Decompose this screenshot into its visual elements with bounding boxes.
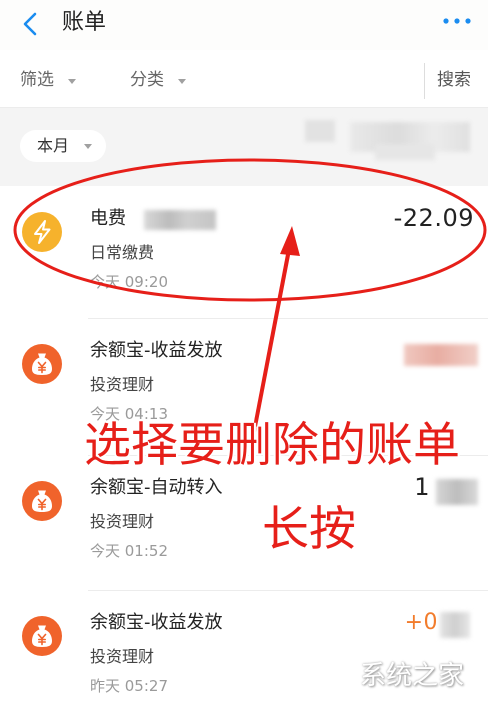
- page-title: 账单: [62, 10, 107, 35]
- bill-time: 昨天 05:27: [90, 677, 168, 695]
- more-dots-icon: [443, 18, 471, 24]
- watermark-text: 系统之家: [360, 661, 465, 691]
- chevron-left-icon: [23, 12, 37, 36]
- annotation-long-press: 长按: [262, 502, 356, 557]
- bill-amount: 1: [414, 472, 430, 502]
- back-button[interactable]: [20, 9, 42, 39]
- bill-category: 投资理财: [90, 647, 155, 666]
- amount-text: -22.09: [393, 204, 474, 232]
- bill-category: 日常缴费: [90, 243, 155, 262]
- amount-text: +0: [404, 609, 438, 635]
- amount-text: 1: [414, 473, 430, 501]
- filter-bar: 筛选 分类 搜索: [0, 54, 488, 108]
- bill-row[interactable]: 余额宝-自动转入 投资理财 今天 01:52 1: [0, 455, 488, 590]
- filter-dropdown[interactable]: 筛选: [14, 54, 84, 107]
- bill-time: 今天 09:20: [90, 273, 168, 291]
- annotation-instruction: 选择要删除的账单: [84, 418, 460, 473]
- month-section-header: 本月: [0, 108, 488, 186]
- bill-title: 余额宝-自动转入: [90, 477, 223, 498]
- money-bag-icon: [22, 616, 62, 656]
- bill-title: 电费: [90, 208, 126, 229]
- caret-down-icon: [68, 79, 76, 84]
- bill-category: 投资理财: [90, 512, 155, 531]
- watermark: 系统之家: [326, 656, 464, 696]
- category-dropdown[interactable]: 分类: [124, 54, 194, 107]
- money-bag-icon: [22, 481, 62, 521]
- caret-down-icon: [178, 79, 186, 84]
- search-button[interactable]: 搜索: [437, 54, 471, 107]
- bill-amount: -22.09: [394, 203, 474, 233]
- divider: [424, 63, 425, 99]
- lightning-icon: [22, 212, 62, 252]
- month-label: 本月: [37, 136, 70, 155]
- app-header: 账单: [0, 0, 488, 50]
- blurred-region: [436, 479, 478, 505]
- watermark-logo-icon: [327, 662, 355, 690]
- month-selector[interactable]: 本月: [20, 130, 106, 162]
- bill-amount: +0: [405, 607, 438, 637]
- blurred-region: [144, 210, 216, 230]
- money-bag-icon: [22, 344, 62, 384]
- bill-row[interactable]: 电费 日常缴费 今天 09:20 -22.09: [0, 186, 488, 318]
- blurred-region: [305, 120, 335, 142]
- bill-title: 余额宝-收益发放: [90, 612, 223, 633]
- bill-category: 投资理财: [90, 375, 155, 394]
- caret-down-icon: [84, 144, 92, 149]
- bill-title: 余额宝-收益发放: [90, 340, 223, 361]
- more-button[interactable]: [440, 12, 476, 30]
- blurred-region: [375, 144, 435, 160]
- blurred-region: [404, 344, 478, 366]
- blurred-region: [440, 612, 470, 638]
- bill-time: 今天 01:52: [90, 542, 168, 560]
- filter-label: 筛选: [20, 70, 54, 90]
- category-label: 分类: [130, 70, 164, 90]
